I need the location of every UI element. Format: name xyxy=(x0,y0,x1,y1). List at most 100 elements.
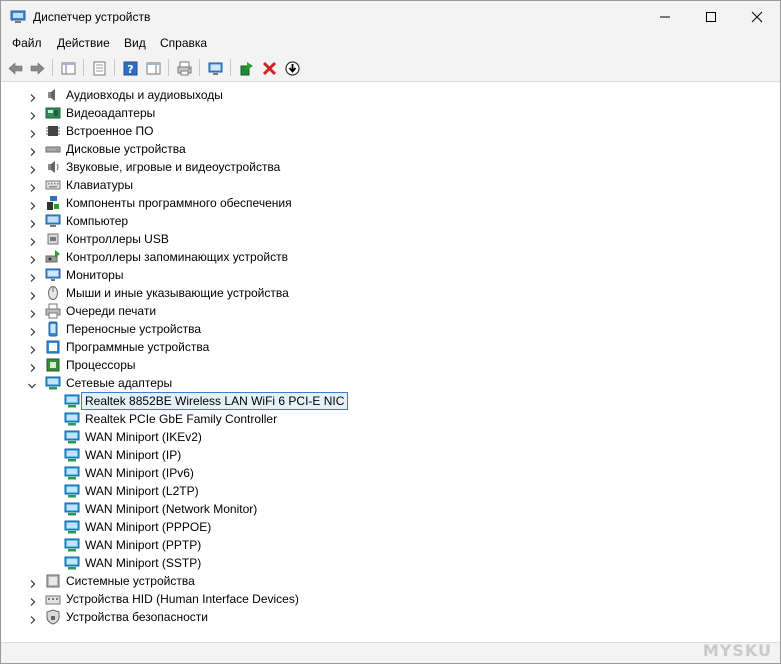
tree-category-row[interactable]: Очереди печати xyxy=(5,302,765,320)
tree-device-row[interactable]: WAN Miniport (PPPOE) xyxy=(5,518,765,536)
tree-category-label: Устройства безопасности xyxy=(66,610,208,624)
device-manager-window: Диспетчер устройств Файл Действие Вид Сп… xyxy=(0,0,781,664)
console-tree-icon xyxy=(61,62,75,74)
chevron-right-icon[interactable] xyxy=(29,343,37,354)
chevron-right-icon[interactable] xyxy=(29,271,37,282)
tree-category-row[interactable]: Клавиатуры xyxy=(5,176,765,194)
chevron-right-icon[interactable] xyxy=(29,199,37,210)
chevron-right-icon[interactable] xyxy=(29,181,37,192)
maximize-button[interactable] xyxy=(688,1,734,32)
menu-help[interactable]: Справка xyxy=(160,36,207,50)
device-manager-app-icon xyxy=(10,10,26,23)
tree-device-row[interactable]: WAN Miniport (PPTP) xyxy=(5,536,765,554)
print-button[interactable] xyxy=(174,58,194,78)
title-bar[interactable]: Диспетчер устройств xyxy=(1,1,780,32)
chevron-right-icon[interactable] xyxy=(29,235,37,246)
chevron-right-icon[interactable] xyxy=(29,163,37,174)
forward-button[interactable] xyxy=(27,58,47,78)
toolbar-separator xyxy=(52,59,53,76)
chevron-right-icon[interactable] xyxy=(29,361,37,372)
uninstall-device-button[interactable] xyxy=(259,58,279,78)
tree-device-row[interactable]: WAN Miniport (IKEv2) xyxy=(5,428,765,446)
tree-category-row[interactable]: Мониторы xyxy=(5,266,765,284)
tree-device-label: WAN Miniport (L2TP) xyxy=(85,484,199,498)
console-tree-button[interactable] xyxy=(58,58,78,78)
chevron-right-icon[interactable] xyxy=(29,289,37,300)
scan-hardware-button[interactable] xyxy=(205,58,225,78)
toolbar-separator xyxy=(83,59,84,76)
properties-sheet-button[interactable] xyxy=(89,58,109,78)
action-pane-button[interactable] xyxy=(143,58,163,78)
tree-category-row[interactable]: Компоненты программного обеспечения xyxy=(5,194,765,212)
chevron-down-icon[interactable] xyxy=(28,379,36,389)
back-button[interactable] xyxy=(5,58,25,78)
tree-category-row[interactable]: Сетевые адаптеры xyxy=(5,374,765,392)
chevron-right-icon[interactable] xyxy=(29,577,37,588)
chevron-right-icon[interactable] xyxy=(29,91,37,102)
menu-bar: Файл Действие Вид Справка xyxy=(1,32,780,54)
menu-action[interactable]: Действие xyxy=(57,36,110,50)
minimize-button[interactable] xyxy=(642,1,688,32)
tree-device-row[interactable]: WAN Miniport (L2TP) xyxy=(5,482,765,500)
tree-category-label: Встроенное ПО xyxy=(66,124,154,138)
tree-category-label: Компьютер xyxy=(66,214,129,228)
tree-category-row[interactable]: Дисковые устройства xyxy=(5,140,765,158)
menu-file[interactable]: Файл xyxy=(12,36,42,50)
tree-category-label: Устройства HID (Human Interface Devices) xyxy=(66,592,299,606)
hid-icon xyxy=(45,591,61,607)
tree-device-row[interactable]: Realtek 8852BE Wireless LAN WiFi 6 PCI-E… xyxy=(5,392,765,410)
tree-category-row[interactable]: Переносные устройства xyxy=(5,320,765,338)
menu-view[interactable]: Вид xyxy=(124,36,146,50)
tree-category-row[interactable]: Системные устройства xyxy=(5,572,765,590)
tree-category-row[interactable]: Контроллеры USB xyxy=(5,230,765,248)
help-icon: ? xyxy=(123,61,137,76)
chevron-right-icon[interactable] xyxy=(29,109,37,120)
tree-category-label: Видеоадаптеры xyxy=(66,106,156,120)
tree-device-row[interactable]: Realtek PCIe GbE Family Controller xyxy=(5,410,765,428)
tree-category-row[interactable]: Компьютер xyxy=(5,212,765,230)
tree-device-row[interactable]: WAN Miniport (SSTP) xyxy=(5,554,765,572)
tree-device-row[interactable]: WAN Miniport (Network Monitor) xyxy=(5,500,765,518)
tree-category-label: Мыши и иные указывающие устройства xyxy=(66,286,289,300)
chevron-right-icon[interactable] xyxy=(29,595,37,606)
properties-sheet-icon xyxy=(93,61,105,75)
chevron-right-icon[interactable] xyxy=(29,325,37,336)
tree-category-row[interactable]: Программные устройства xyxy=(5,338,765,356)
device-tree[interactable]: Аудиовходы и аудиовыходы Видеоадаптеры Вст… xyxy=(5,85,777,638)
arrow-left-icon xyxy=(8,61,22,75)
tree-category-row[interactable]: Звуковые, игровые и видеоустройства xyxy=(5,158,765,176)
speaker-icon xyxy=(45,87,61,103)
network-adapter-icon xyxy=(64,483,80,499)
tree-category-row[interactable]: Контроллеры запоминающих устройств xyxy=(5,248,765,266)
tree-device-row[interactable]: WAN Miniport (IP) xyxy=(5,446,765,464)
computer-icon xyxy=(45,213,61,229)
svg-text:?: ? xyxy=(127,63,133,76)
tree-category-row[interactable]: Устройства безопасности xyxy=(5,608,765,626)
chevron-right-icon[interactable] xyxy=(29,307,37,318)
chevron-right-icon[interactable] xyxy=(29,127,37,138)
minimize-icon xyxy=(660,16,670,17)
close-icon xyxy=(751,11,763,22)
maximize-icon xyxy=(706,11,716,22)
tree-device-row[interactable]: WAN Miniport (IPv6) xyxy=(5,464,765,482)
tree-category-label: Дисковые устройства xyxy=(66,142,186,156)
close-button[interactable] xyxy=(734,1,780,32)
chevron-right-icon[interactable] xyxy=(29,253,37,264)
tree-category-row[interactable]: Устройства HID (Human Interface Devices) xyxy=(5,590,765,608)
toolbar-separator xyxy=(230,59,231,76)
help-button[interactable]: ? xyxy=(120,58,140,78)
chevron-right-icon[interactable] xyxy=(29,145,37,156)
tree-category-row[interactable]: Процессоры xyxy=(5,356,765,374)
printer-icon xyxy=(45,303,61,319)
usb-icon xyxy=(45,231,61,247)
tree-category-label: Системные устройства xyxy=(66,574,195,588)
tree-category-row[interactable]: Мыши и иные указывающие устройства xyxy=(5,284,765,302)
chevron-right-icon[interactable] xyxy=(29,613,37,624)
watermark: MYSKU xyxy=(702,641,772,660)
disable-device-button[interactable] xyxy=(282,58,302,78)
tree-category-row[interactable]: Аудиовходы и аудиовыходы xyxy=(5,86,765,104)
chevron-right-icon[interactable] xyxy=(29,217,37,228)
tree-category-row[interactable]: Встроенное ПО xyxy=(5,122,765,140)
update-driver-button[interactable] xyxy=(236,58,256,78)
tree-category-row[interactable]: Видеоадаптеры xyxy=(5,104,765,122)
